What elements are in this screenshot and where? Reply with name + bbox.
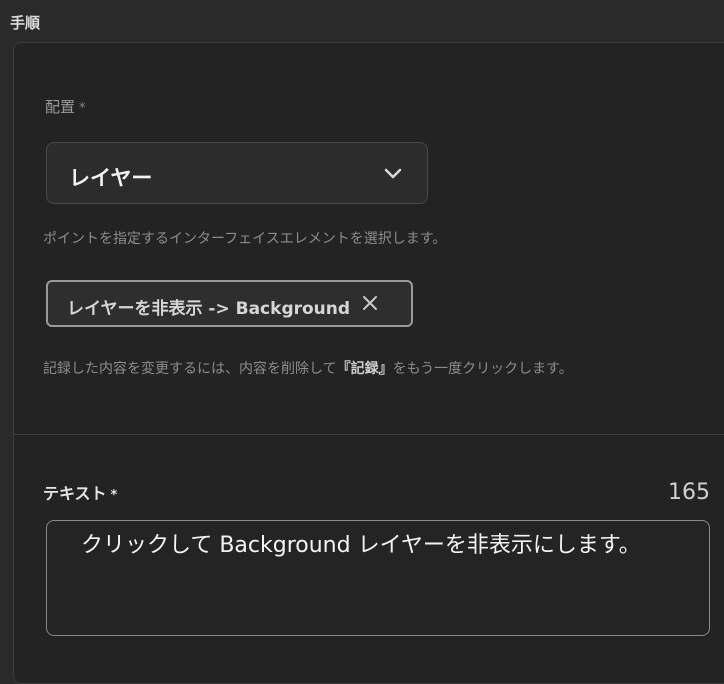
recorded-step-chip: レイヤーを非表示 -> Background [46, 280, 413, 327]
character-counter: 165 [668, 480, 710, 505]
text-input-value: クリックして Background レイヤーを非表示にします。 [75, 527, 647, 559]
placement-select-value: レイヤー [69, 166, 153, 190]
text-input[interactable]: クリックして Background レイヤーを非表示にします。 [46, 520, 710, 636]
record-note-bold: 『記録』 [336, 361, 393, 377]
section-title: 手順 [10, 14, 41, 32]
record-note: 記録した内容を変更するには、内容を削除して『記録』をもう一度クリックします。 [43, 358, 573, 378]
recorded-step-chip-label: レイヤーを非表示 -> Background [67, 299, 351, 319]
record-note-after: をもう一度クリックします。 [392, 361, 573, 377]
placement-label: 配置 * [45, 96, 86, 117]
text-field-label-text: テキスト [43, 484, 107, 503]
text-field-label: テキスト * [43, 480, 117, 504]
placement-select[interactable]: レイヤー [46, 142, 428, 204]
close-icon[interactable] [362, 295, 378, 311]
placement-help-text: ポイントを指定するインターフェイスエレメントを選択します。 [43, 231, 447, 247]
record-note-before: 記録した内容を変更するには、内容を削除して [43, 361, 337, 377]
required-mark: * [79, 101, 86, 116]
placement-label-text: 配置 [45, 98, 76, 116]
chevron-down-icon [384, 168, 402, 179]
required-mark: * [110, 488, 118, 503]
section-divider [14, 434, 724, 435]
